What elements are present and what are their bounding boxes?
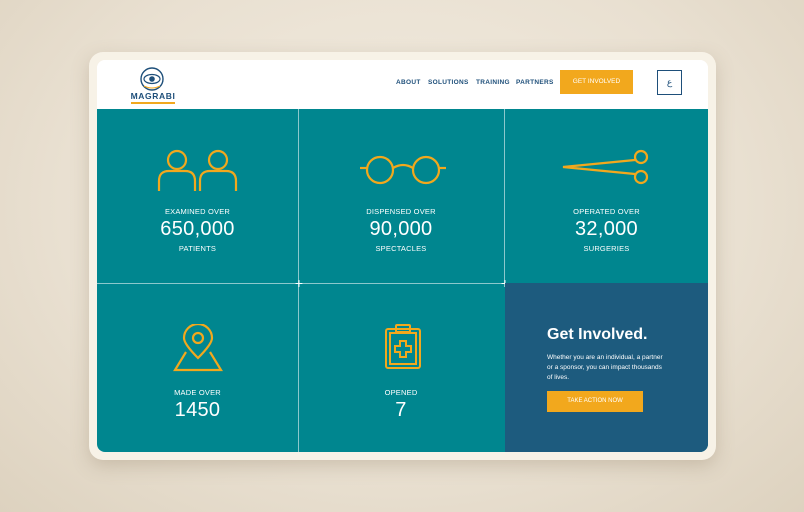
logo-wordmark: MAGRABI xyxy=(130,91,176,101)
stat-number: 7 xyxy=(395,399,407,421)
scissors-icon xyxy=(562,149,649,185)
stat-label-bottom: PATIENTS xyxy=(178,244,217,253)
get-involved-heading: Get Involved. xyxy=(547,326,648,343)
clipboard-medical-icon xyxy=(385,324,421,369)
take-action-button[interactable]: TAKE ACTION NOW xyxy=(547,391,643,412)
nav-item-solutions[interactable]: SOLUTIONS xyxy=(428,79,469,86)
stat-number: 90,000 xyxy=(369,218,433,240)
stat-number: 650,000 xyxy=(160,218,235,240)
stat-card-clinics: OPENED 7 xyxy=(298,284,504,452)
device-frame: MAGRABI ABOUT SOLUTIONS TRAINING PARTNER… xyxy=(89,52,716,460)
stat-label-top: DISPENSED OVER xyxy=(366,207,436,216)
stat-label-top: OPERATED OVER xyxy=(573,207,640,216)
magrabi-logo[interactable]: MAGRABI xyxy=(125,66,181,104)
browser-screen: MAGRABI ABOUT SOLUTIONS TRAINING PARTNER… xyxy=(97,60,708,452)
language-toggle-button[interactable]: ع xyxy=(657,70,682,95)
nav-item-training[interactable]: TRAINING xyxy=(476,79,510,86)
stat-label-bottom: SPECTACLES xyxy=(375,244,427,253)
stat-number: 32,000 xyxy=(575,218,638,240)
logo-underline xyxy=(131,102,175,104)
glasses-icon xyxy=(360,155,446,185)
top-navigation: MAGRABI ABOUT SOLUTIONS TRAINING PARTNER… xyxy=(97,60,708,109)
stat-label-bottom: SURGERIES xyxy=(583,244,630,253)
people-icon xyxy=(157,149,238,191)
impact-stats-grid: + + EXAMINED OVER 650,000 PATIENTS xyxy=(97,109,708,452)
get-involved-panel: Get Involved. Whether you are an individ… xyxy=(505,283,708,452)
nav-item-partners[interactable]: PARTNERS xyxy=(516,79,554,86)
stat-card-spectacles: DISPENSED OVER 90,000 SPECTACLES xyxy=(298,109,504,283)
stat-card-visits: MADE OVER 1450 xyxy=(97,284,298,452)
get-involved-description: Whether you are an individual, a partner… xyxy=(547,354,663,381)
stat-label-top: OPENED xyxy=(384,388,418,397)
map-pin-icon xyxy=(173,324,223,372)
nav-item-about[interactable]: ABOUT xyxy=(396,79,421,86)
get-involved-button[interactable]: GET INVOLVED xyxy=(560,70,633,94)
stat-card-surgeries: OPERATED OVER 32,000 SURGERIES xyxy=(505,109,708,283)
stat-card-patients: EXAMINED OVER 650,000 PATIENTS xyxy=(97,109,298,283)
stat-label-top: MADE OVER xyxy=(174,388,221,397)
stat-label-top: EXAMINED OVER xyxy=(164,207,231,216)
stat-number: 1450 xyxy=(174,399,221,421)
eye-globe-icon xyxy=(140,67,164,91)
